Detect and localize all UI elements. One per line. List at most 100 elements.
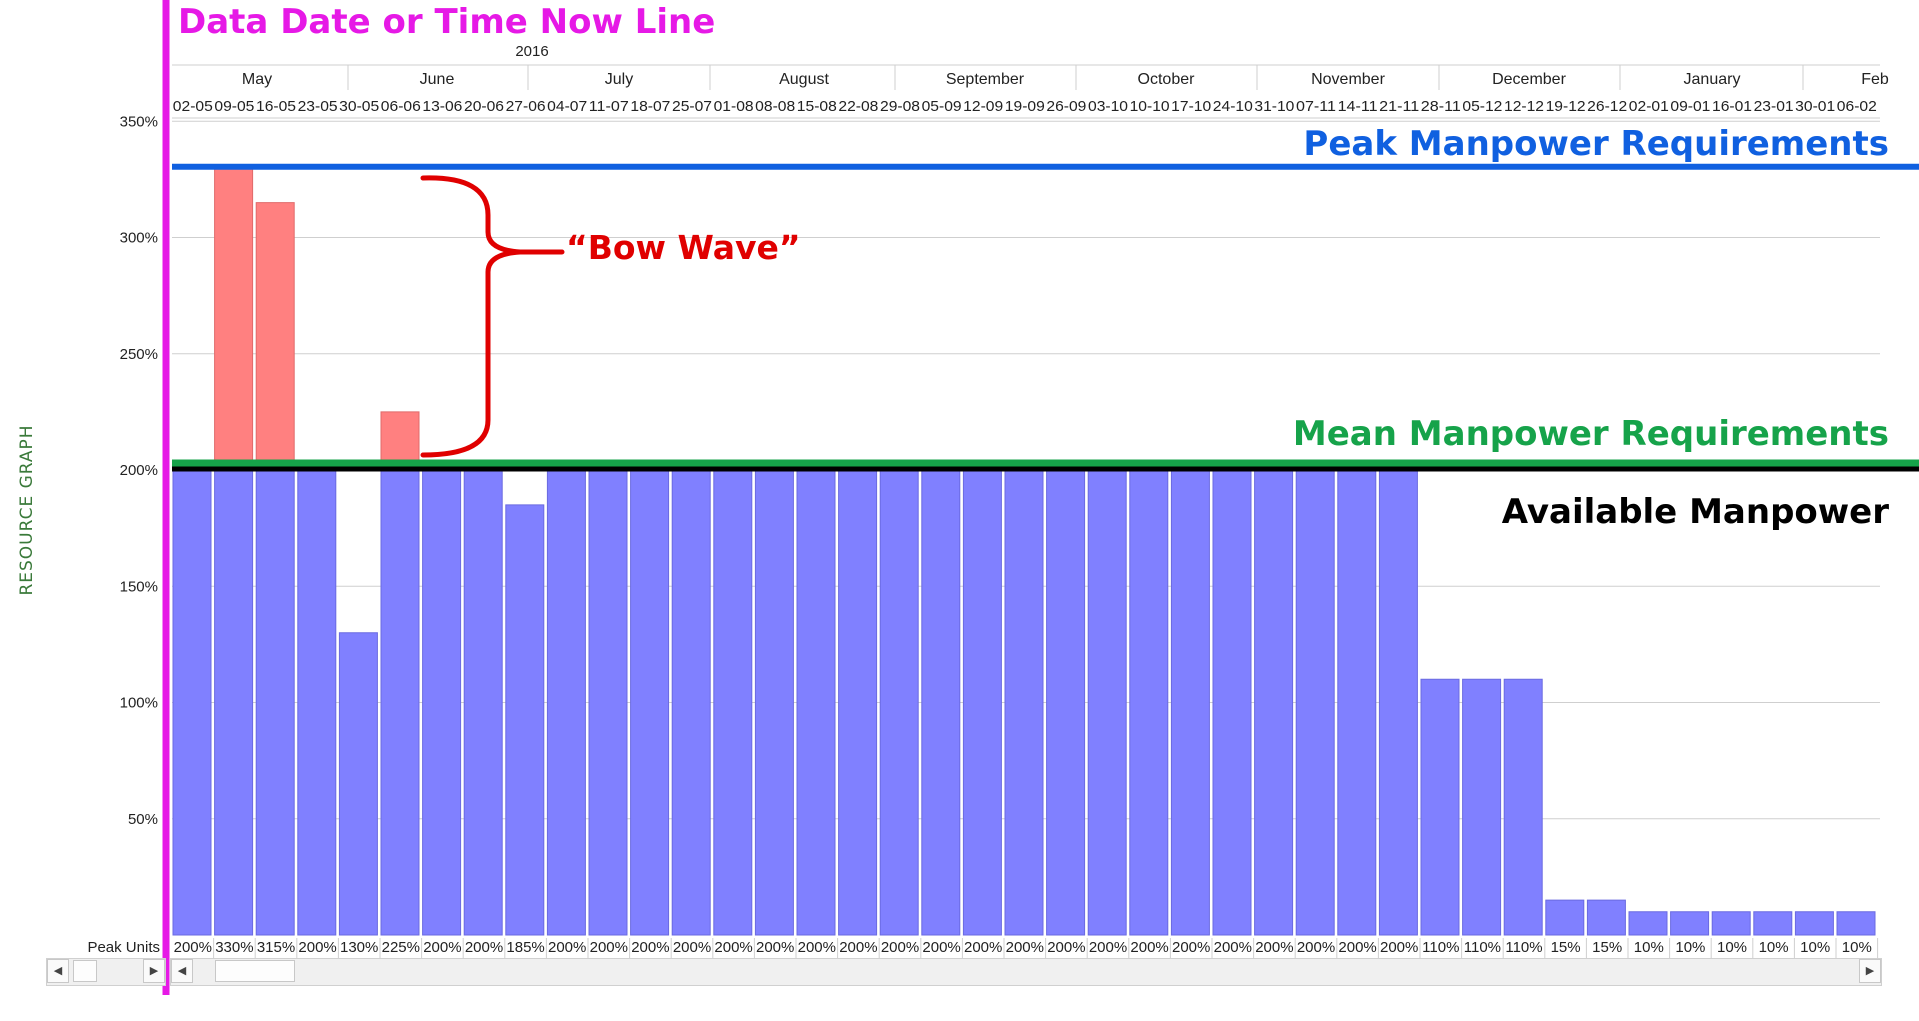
peak-units-value: 200% <box>1380 939 1418 956</box>
week-date-label: 14-11 <box>1338 98 1378 115</box>
scroll-right-icon[interactable]: ▶ <box>1859 959 1881 983</box>
peak-units-value: 185% <box>506 939 544 956</box>
available-bar <box>422 469 462 936</box>
available-bar <box>1462 678 1502 936</box>
week-date-label: 25-07 <box>672 98 712 115</box>
scroll-right-icon[interactable]: ▶ <box>143 959 165 983</box>
available-bar <box>962 469 1002 936</box>
available-bar <box>1170 469 1210 936</box>
bars <box>172 167 1876 936</box>
week-date-label: 08-08 <box>755 98 795 115</box>
week-date-label: 26-12 <box>1587 98 1627 115</box>
peak-units-value: 200% <box>1089 939 1127 956</box>
week-date-label: 05-12 <box>1462 98 1502 115</box>
week-date-label: 23-01 <box>1754 98 1794 115</box>
peak-units-value: 200% <box>756 939 794 956</box>
week-date-label: 30-01 <box>1795 98 1835 115</box>
peak-units-value: 15% <box>1551 939 1581 956</box>
peak-units-value: 200% <box>298 939 336 956</box>
week-date-label: 23-05 <box>298 98 338 115</box>
peak-units-value: 200% <box>1214 939 1252 956</box>
left-scrollbar[interactable]: ◀ ▶ <box>46 958 166 986</box>
available-bar <box>1254 469 1294 936</box>
peak-units-value: 110% <box>1422 939 1459 956</box>
available-bar <box>588 469 628 936</box>
peak-units-value: 110% <box>1505 939 1542 956</box>
scroll-left-icon[interactable]: ◀ <box>171 959 193 983</box>
week-date-label: 10-10 <box>1130 98 1170 115</box>
week-date-label: 01-08 <box>714 98 754 115</box>
week-date-label: 02-01 <box>1629 98 1669 115</box>
peak-units-value: 225% <box>382 939 420 956</box>
available-bar <box>380 469 420 936</box>
available-bar <box>630 469 670 936</box>
month-label: January <box>1684 71 1741 88</box>
month-label: August <box>779 71 829 88</box>
overallocation-bar <box>214 167 254 464</box>
month-label: September <box>946 71 1025 88</box>
peak-units-value: 200% <box>673 939 711 956</box>
available-bar <box>921 469 961 936</box>
overallocation-bar <box>380 411 420 464</box>
available-bar <box>1295 469 1335 936</box>
week-date-label: 16-01 <box>1712 98 1752 115</box>
week-date-label: 17-10 <box>1171 98 1211 115</box>
peak-units-value: 330% <box>215 939 253 956</box>
available-bar <box>1004 469 1044 936</box>
peak-units-value: 200% <box>1255 939 1293 956</box>
available-bar <box>754 469 794 936</box>
month-label: June <box>420 71 455 88</box>
available-bar <box>1753 911 1793 936</box>
peak-units-value: 200% <box>590 939 628 956</box>
peak-units-value: 200% <box>1338 939 1376 956</box>
peak-units-value: 200% <box>174 939 212 956</box>
scroll-thumb[interactable] <box>215 960 295 982</box>
available-bar <box>338 632 378 936</box>
month-label: Feb <box>1861 71 1889 88</box>
peak-units-value: 110% <box>1464 939 1501 956</box>
week-date-label: 18-07 <box>630 98 670 115</box>
available-manpower-label: Available Manpower <box>1501 492 1889 532</box>
week-date-label: 05-09 <box>922 98 962 115</box>
month-label: July <box>605 71 633 88</box>
y-tick-label: 50% <box>128 811 158 828</box>
month-label: May <box>242 71 272 88</box>
scroll-left-icon[interactable]: ◀ <box>47 959 69 983</box>
week-date-label: 20-06 <box>464 98 504 115</box>
week-date-label: 13-06 <box>422 98 462 115</box>
month-label: November <box>1311 71 1385 88</box>
y-axis: 50% 100% 150% 200% 250% 300% 350% <box>120 113 158 828</box>
peak-units-value: 200% <box>839 939 877 956</box>
week-date-label: 24-10 <box>1213 98 1253 115</box>
available-bar <box>1212 469 1252 936</box>
week-date-label: 12-09 <box>963 98 1003 115</box>
peak-units-value: 130% <box>340 939 378 956</box>
chart-scrollbar[interactable]: ◀ ▶ <box>170 958 1882 986</box>
peak-units-row: Peak Units 200% 330% 315% 200% 130% 225% 200% 20… <box>87 938 1879 958</box>
week-date-label: 06-02 <box>1837 98 1877 115</box>
available-bar <box>1670 911 1710 936</box>
week-date-label: 06-06 <box>381 98 421 115</box>
available-bar <box>546 469 586 936</box>
peak-units-value: 200% <box>548 939 586 956</box>
available-bar <box>1129 469 1169 936</box>
week-date-label: 04-07 <box>547 98 587 115</box>
month-label: October <box>1138 71 1196 88</box>
available-bar <box>172 469 212 936</box>
available-bar <box>505 504 545 936</box>
scroll-thumb[interactable] <box>73 960 97 982</box>
peak-units-value: 200% <box>631 939 669 956</box>
available-bar <box>1586 899 1626 936</box>
available-bar <box>713 469 753 936</box>
available-bar <box>671 469 711 936</box>
week-date-label: 21-11 <box>1379 98 1419 115</box>
peak-units-value: 200% <box>922 939 960 956</box>
available-bar <box>1378 469 1418 936</box>
peak-units-value: 10% <box>1759 939 1789 956</box>
available-bar <box>463 469 503 936</box>
year-label: 2016 <box>515 43 548 60</box>
peak-units-value: 10% <box>1634 939 1664 956</box>
peak-units-value: 10% <box>1717 939 1747 956</box>
available-bar <box>297 469 337 936</box>
y-tick-label: 100% <box>120 695 158 712</box>
